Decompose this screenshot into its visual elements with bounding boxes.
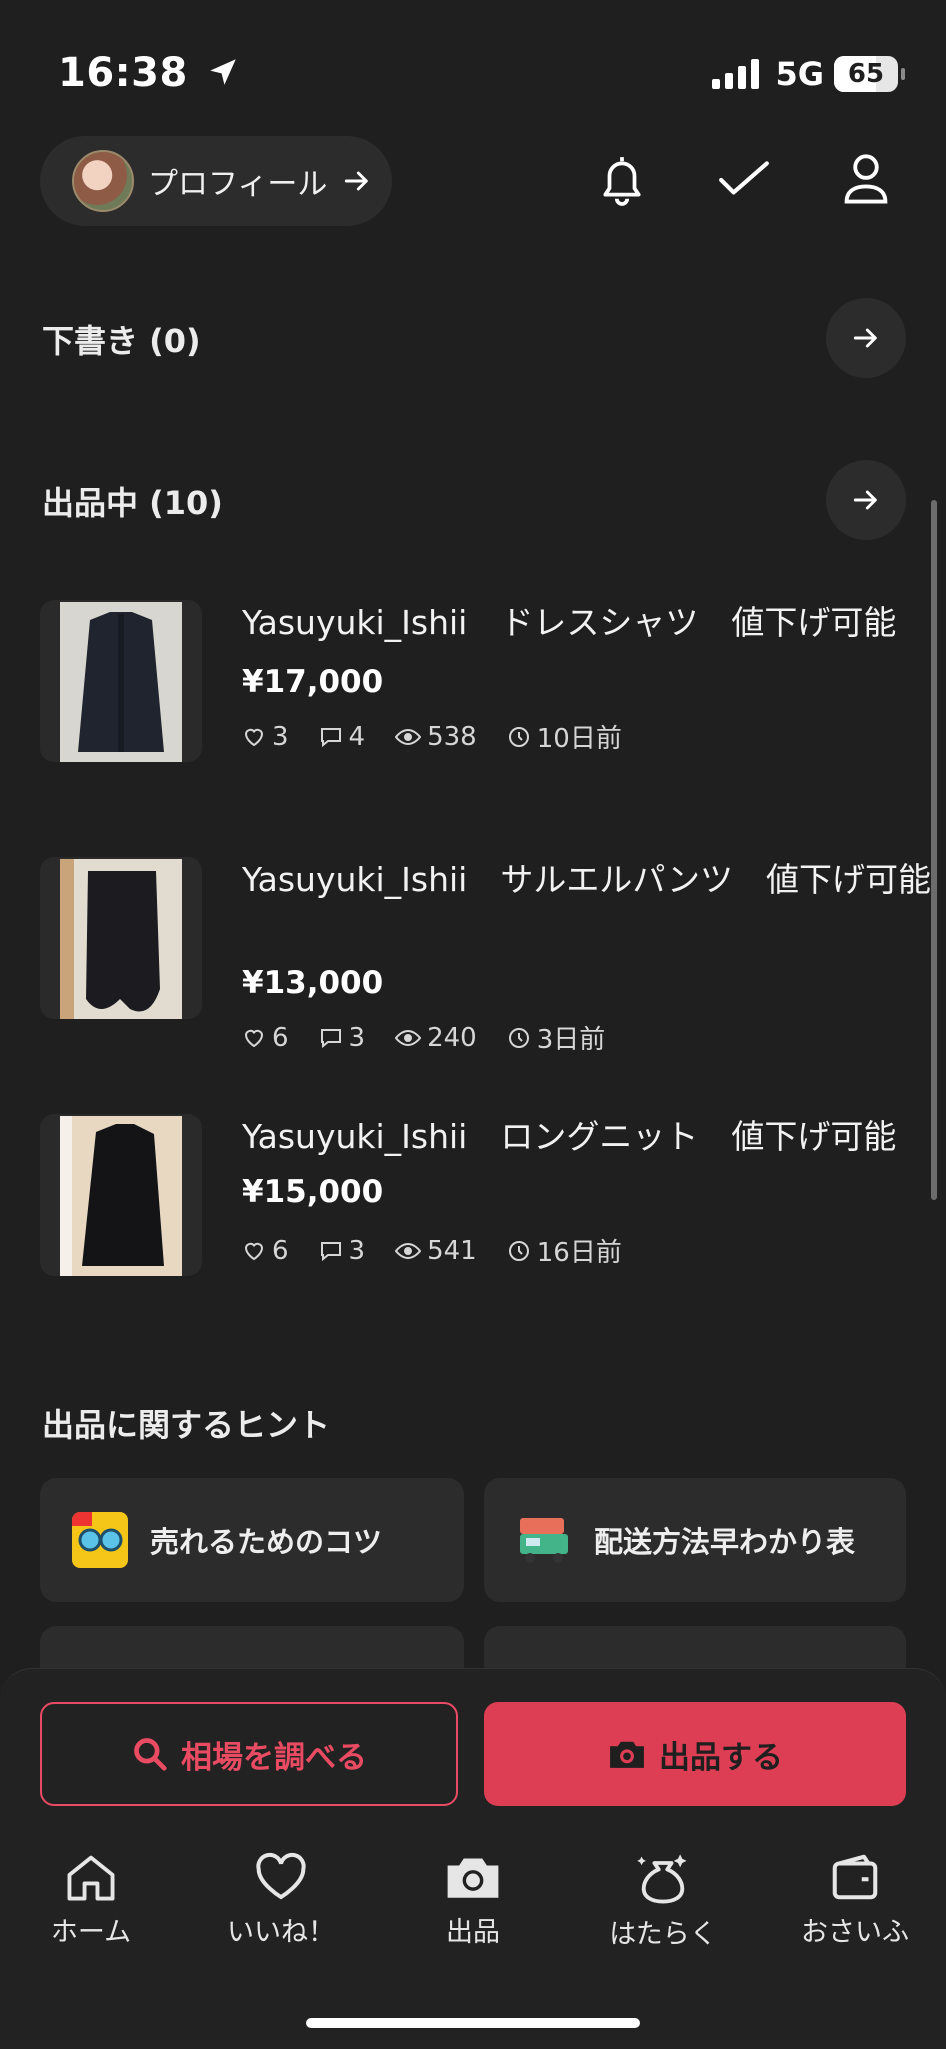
item-title: Yasuyuki_Ishii ロングニット 値下げ可能 [242, 1117, 897, 1156]
clock-icon [508, 1027, 529, 1048]
item-price: ¥15,000 [242, 1174, 384, 1210]
item-stats: 3 4 538 10日前 [242, 718, 652, 755]
tab-listing[interactable]: 出品 [388, 1850, 558, 1949]
status-time: 16:38 [58, 50, 240, 96]
shirt-photo [60, 602, 182, 762]
item-price: ¥13,000 [242, 965, 384, 1001]
views-count: 240 [427, 1022, 477, 1053]
likes-count: 3 [272, 721, 289, 752]
arrow-right-icon [853, 328, 877, 348]
tab-work[interactable]: はたらく [578, 1850, 748, 1951]
views-count: 541 [427, 1235, 477, 1266]
listing-age: 3日前 [536, 1025, 606, 1055]
listing-item[interactable]: Yasuyuki_Ishii サルエルパンツ 値下げ可能 ¥13,000 6 3… [40, 857, 931, 1055]
listing-open-button[interactable] [826, 460, 906, 540]
network-type: 5G [775, 55, 824, 93]
bell-icon [603, 157, 641, 206]
profile-label: プロフィール [148, 167, 328, 202]
eye-icon [395, 1242, 422, 1259]
eye-icon [395, 728, 422, 745]
signal-icon [712, 59, 760, 89]
account-button[interactable] [836, 150, 896, 210]
sunglasses-icon [72, 1512, 128, 1568]
camera-icon [447, 1858, 499, 1898]
todo-button[interactable] [714, 150, 774, 210]
arrow-right-icon [853, 490, 877, 510]
listing-age: 10日前 [536, 724, 622, 754]
heart-icon [244, 728, 264, 746]
item-stats: 6 3 541 16日前 [242, 1232, 652, 1269]
likes-count: 6 [272, 1235, 289, 1266]
item-title: Yasuyuki_Ishii ドレスシャツ 値下げ可能 [242, 603, 897, 642]
scrollbar[interactable] [931, 500, 937, 1200]
tab-home[interactable]: ホーム [6, 1850, 176, 1949]
work-bag-icon [637, 1854, 687, 1904]
item-thumbnail [40, 857, 202, 1019]
tab-label: ホーム [50, 1917, 132, 1948]
home-icon [67, 1855, 115, 1901]
hint-label: 配送方法早わかり表 [594, 1525, 856, 1559]
drafts-open-button[interactable] [826, 298, 906, 378]
listing-section-title: 出品中 (10) [42, 484, 223, 522]
heart-icon [256, 1852, 306, 1900]
search-icon [134, 1738, 167, 1771]
comment-icon [320, 727, 341, 747]
avatar [72, 150, 134, 212]
truck-icon [520, 1518, 568, 1563]
comments-count: 3 [348, 1022, 366, 1053]
listing-age: 16日前 [536, 1238, 622, 1268]
hint-label: 売れるためのコツ [150, 1525, 383, 1559]
knit-photo [60, 1116, 182, 1276]
comments-count: 3 [348, 1235, 366, 1266]
hint-card-selling-tips[interactable]: 売れるためのコツ [40, 1478, 464, 1602]
tab-label: いいね！ [227, 1917, 335, 1948]
hints-title: 出品に関するヒント [42, 1406, 331, 1444]
listing-item[interactable]: Yasuyuki_Ishii ロングニット 値下げ可能 ¥15,000 6 3 … [40, 1114, 906, 1284]
item-thumbnail [40, 1114, 202, 1276]
item-thumbnail [40, 600, 202, 762]
clock-icon [508, 726, 529, 747]
heart-icon [244, 1242, 264, 1260]
heart-icon [244, 1029, 264, 1047]
tab-label: はたらく [609, 1919, 717, 1950]
pants-photo [60, 859, 182, 1019]
listing-item[interactable]: Yasuyuki_Ishii ドレスシャツ 値下げ可能 ¥17,000 3 4 … [40, 600, 906, 770]
location-arrow-icon [210, 59, 237, 85]
price-search-label: 相場を調べる [181, 1739, 367, 1776]
camera-icon [610, 1741, 644, 1768]
checkmark-icon [719, 161, 769, 195]
comment-icon [320, 1241, 341, 1261]
tab-label: 出品 [446, 1917, 500, 1948]
home-indicator [306, 2018, 640, 2028]
tab-label: おさいふ [801, 1917, 909, 1948]
eye-icon [395, 1029, 422, 1046]
arrow-right-icon [345, 171, 369, 191]
likes-count: 6 [272, 1022, 289, 1053]
profile-button[interactable]: プロフィール [40, 136, 392, 226]
comment-icon [320, 1028, 341, 1048]
tab-likes[interactable]: いいね！ [196, 1850, 366, 1949]
item-price: ¥17,000 [242, 664, 384, 700]
status-indicators: 5G 65 [712, 54, 905, 94]
drafts-title: 下書き (0) [42, 322, 201, 360]
user-icon [844, 154, 888, 204]
tab-wallet[interactable]: おさいふ [770, 1850, 940, 1949]
item-stats: 6 3 240 3日前 [242, 1019, 635, 1056]
price-search-button[interactable]: 相場を調べる [40, 1702, 458, 1806]
hint-card-shipping-guide[interactable]: 配送方法早わかり表 [484, 1478, 906, 1602]
list-item-button[interactable]: 出品する [484, 1702, 906, 1806]
wallet-icon [832, 1854, 878, 1900]
comments-count: 4 [348, 721, 366, 752]
notifications-button[interactable] [592, 150, 652, 210]
battery-percent: 65 [847, 59, 885, 89]
clock-icon [508, 1240, 529, 1261]
list-item-label: 出品する [659, 1739, 783, 1776]
status-time-text: 16:38 [58, 50, 188, 96]
battery-icon: 65 [834, 56, 905, 92]
views-count: 538 [427, 721, 477, 752]
item-title: Yasuyuki_Ishii サルエルパンツ 値下げ可能 [242, 860, 931, 899]
